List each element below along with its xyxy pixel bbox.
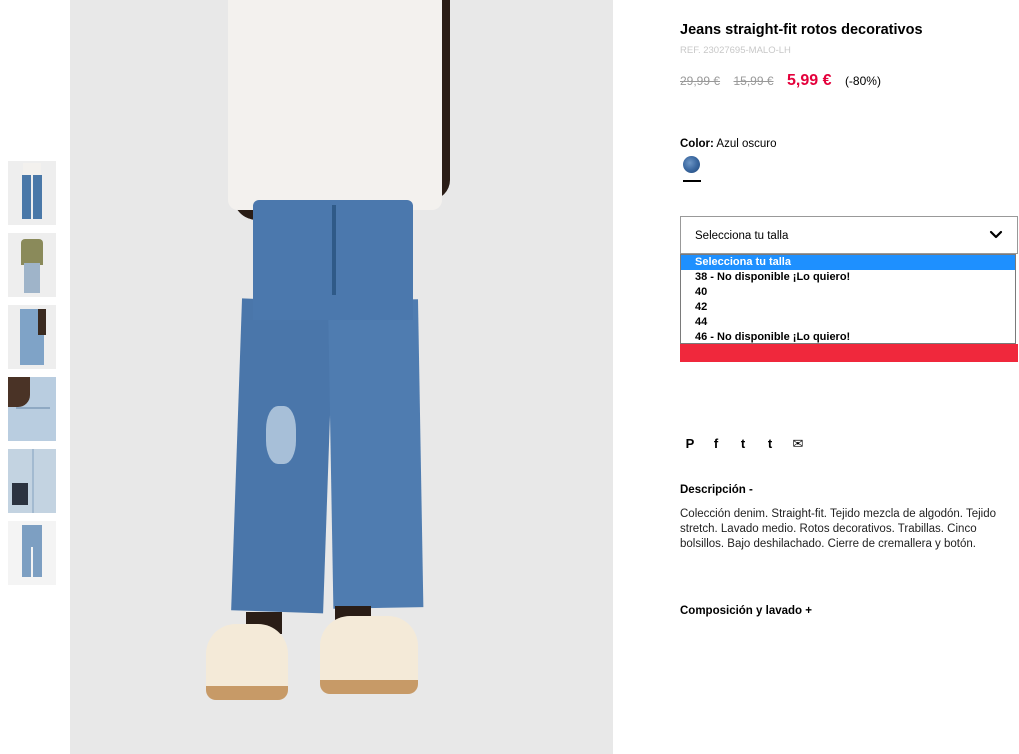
- thumbnail-coat: [21, 239, 43, 265]
- thumbnail-6[interactable]: [8, 521, 56, 585]
- thumbnail-leg: [22, 175, 31, 219]
- composition-heading[interactable]: Composición y lavado +: [680, 605, 812, 617]
- thumbnail-seam: [32, 449, 34, 513]
- sale-price: 5,99 €: [787, 72, 832, 89]
- discount-badge: (-80%): [844, 74, 881, 88]
- thumbnail-gap: [31, 547, 33, 577]
- thumbnail-leg: [33, 175, 42, 219]
- main-product-image[interactable]: [70, 0, 613, 754]
- thumbnail-1[interactable]: [8, 161, 56, 225]
- chevron-down-icon: [989, 230, 1003, 239]
- thumbnail-legs: [24, 263, 40, 293]
- photo-shoe-left: [206, 624, 288, 700]
- thumbnail-2[interactable]: [8, 233, 56, 297]
- add-to-cart-button[interactable]: [680, 344, 1018, 362]
- thumbnail-3[interactable]: [8, 305, 56, 369]
- thumbnail-4[interactable]: [8, 377, 56, 441]
- thumbnail-strip: [8, 161, 56, 593]
- color-label-key: Color:: [680, 138, 714, 150]
- color-label: Color: Azul oscuro: [680, 138, 777, 150]
- description-heading[interactable]: Descripción -: [680, 484, 753, 496]
- original-price: 29,99 €: [680, 74, 721, 88]
- size-option[interactable]: 42: [681, 300, 1015, 315]
- product-ref: REF. 23027695-MALO-LH: [680, 45, 791, 56]
- photo-jeans-rip: [266, 406, 296, 464]
- price-block: 29,99 € 15,99 € 5,99 € (-80%): [680, 72, 881, 90]
- photo-leg-right: [328, 299, 424, 609]
- size-option[interactable]: Selecciona tu talla: [681, 255, 1015, 270]
- email-icon[interactable]: ✉: [790, 436, 806, 452]
- thumbnail-5[interactable]: [8, 449, 56, 513]
- product-title: Jeans straight-fit rotos decorativos: [680, 22, 923, 38]
- size-option[interactable]: 44: [681, 315, 1015, 330]
- color-swatch-azul-oscuro[interactable]: [683, 156, 700, 173]
- facebook-icon[interactable]: f: [708, 436, 724, 452]
- size-select[interactable]: Selecciona tu talla: [680, 216, 1018, 254]
- description-text: Colección denim. Straight-fit. Tejido me…: [680, 508, 997, 550]
- swatch-selected-indicator: [683, 180, 701, 182]
- color-label-value: Azul oscuro: [716, 138, 777, 150]
- size-option[interactable]: 38 - No disponible ¡Lo quiero!: [681, 270, 1015, 285]
- photo-shoe-right: [320, 616, 418, 694]
- tumblr-icon[interactable]: t: [762, 436, 778, 452]
- size-dropdown-list: Selecciona tu talla 38 - No disponible ¡…: [680, 254, 1016, 344]
- previous-price: 15,99 €: [733, 74, 774, 88]
- size-option[interactable]: 46 - No disponible ¡Lo quiero!: [681, 330, 1015, 345]
- thumbnail-arm: [38, 309, 46, 335]
- photo-jeans-fly: [332, 205, 336, 295]
- pinterest-icon[interactable]: P: [682, 436, 698, 452]
- photo-shirt: [228, 0, 442, 210]
- twitter-icon[interactable]: t: [735, 436, 751, 452]
- thumbnail-hand: [8, 377, 30, 407]
- size-option[interactable]: 40: [681, 285, 1015, 300]
- thumbnail-pocket: [16, 407, 50, 409]
- size-select-value: Selecciona tu talla: [695, 230, 789, 242]
- thumbnail-patch: [12, 483, 28, 505]
